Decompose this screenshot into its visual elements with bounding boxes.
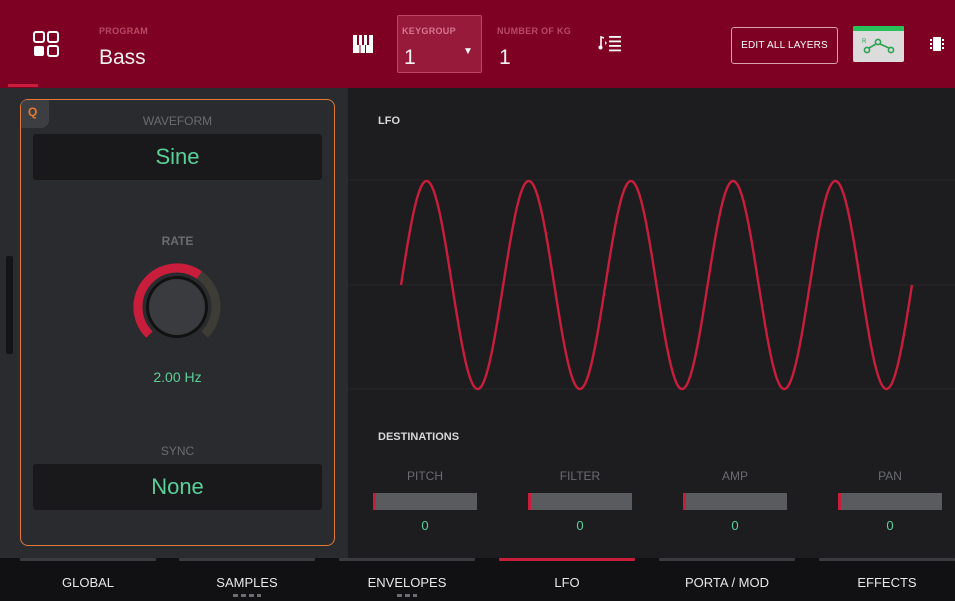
tab-indicator — [659, 558, 795, 561]
tab-porta-mod[interactable]: PORTA / MOD — [659, 558, 795, 601]
number-of-kg-label: NUMBER OF KG — [497, 26, 572, 36]
destination-label: PITCH — [407, 469, 443, 483]
tab-envelopes[interactable]: ENVELOPES — [339, 558, 475, 601]
destination-label: AMP — [721, 469, 748, 483]
tab-indicator — [499, 558, 635, 561]
destination-label: FILTER — [559, 469, 601, 483]
tab-page-dots — [397, 594, 417, 597]
tab-label: LFO — [554, 575, 580, 590]
routing-icon-text: R — [862, 39, 867, 45]
routing-button[interactable]: R — [853, 26, 904, 62]
tab-indicator — [819, 558, 955, 561]
destination-label: PAN — [878, 469, 902, 483]
tab-indicator — [179, 558, 315, 561]
destination-amp[interactable]: AMP 0 — [683, 469, 787, 533]
destination-slider[interactable] — [373, 493, 477, 510]
destination-filter[interactable]: FILTER 0 — [528, 469, 632, 533]
rate-knob-cap — [149, 279, 205, 335]
destination-value: 0 — [421, 518, 429, 533]
rate-value: 2.00 Hz — [153, 369, 202, 385]
keygroup-dropdown-icon[interactable]: ▼ — [463, 46, 473, 57]
program-value[interactable]: Bass — [99, 46, 146, 70]
sync-select[interactable]: None — [33, 464, 322, 510]
destinations-title: DESTINATIONS — [378, 431, 460, 443]
lfo-waveform-display — [348, 179, 955, 391]
destination-slider-marker — [528, 493, 531, 510]
header-accent-line — [8, 84, 38, 87]
tab-label: ENVELOPES — [367, 575, 447, 590]
tab-indicator — [20, 558, 156, 561]
destination-slider[interactable] — [838, 493, 942, 510]
tab-samples[interactable]: SAMPLES — [179, 558, 315, 601]
rate-label: RATE — [161, 234, 194, 248]
tab-label: SAMPLES — [216, 575, 278, 590]
tab-global[interactable]: GLOBAL — [20, 558, 156, 601]
destination-slider[interactable] — [683, 493, 787, 510]
keyboard-icon[interactable] — [352, 33, 374, 55]
note-list-icon[interactable] — [598, 33, 622, 53]
destination-slider-marker — [683, 493, 686, 510]
routing-icon: R — [862, 38, 895, 54]
side-drawer-handle[interactable] — [6, 256, 13, 354]
waveform-label: WAVEFORM — [142, 114, 213, 128]
destination-pan[interactable]: PAN 0 — [838, 469, 942, 533]
destination-slider-marker — [373, 493, 376, 510]
tab-page-dots — [233, 594, 261, 597]
program-label: PROGRAM — [99, 26, 149, 36]
chip-icon[interactable] — [930, 36, 944, 52]
destination-slider-marker — [838, 493, 841, 510]
keygroup-label: KEYGROUP — [402, 26, 456, 36]
waveform-select[interactable]: Sine — [33, 134, 322, 180]
lfo-title: LFO — [378, 115, 400, 127]
rate-knob[interactable] — [132, 262, 222, 352]
edit-all-layers-button[interactable]: EDIT ALL LAYERS — [731, 27, 838, 64]
sync-label: SYNC — [160, 444, 195, 458]
tab-label: EFFECTS — [857, 575, 917, 590]
program-grid-icon[interactable] — [33, 31, 59, 57]
keygroup-value[interactable]: 1 — [404, 46, 416, 70]
destination-slider[interactable] — [528, 493, 632, 510]
tab-label: PORTA / MOD — [684, 575, 770, 590]
tab-label: GLOBAL — [61, 575, 115, 590]
destination-value: 0 — [576, 518, 584, 533]
tab-indicator — [339, 558, 475, 561]
tab-lfo[interactable]: LFO — [499, 558, 635, 601]
destination-value: 0 — [731, 518, 739, 533]
tab-effects[interactable]: EFFECTS — [819, 558, 955, 601]
number-of-kg-value[interactable]: 1 — [499, 46, 511, 70]
destination-value: 0 — [886, 518, 894, 533]
destination-pitch[interactable]: PITCH 0 — [373, 469, 477, 533]
